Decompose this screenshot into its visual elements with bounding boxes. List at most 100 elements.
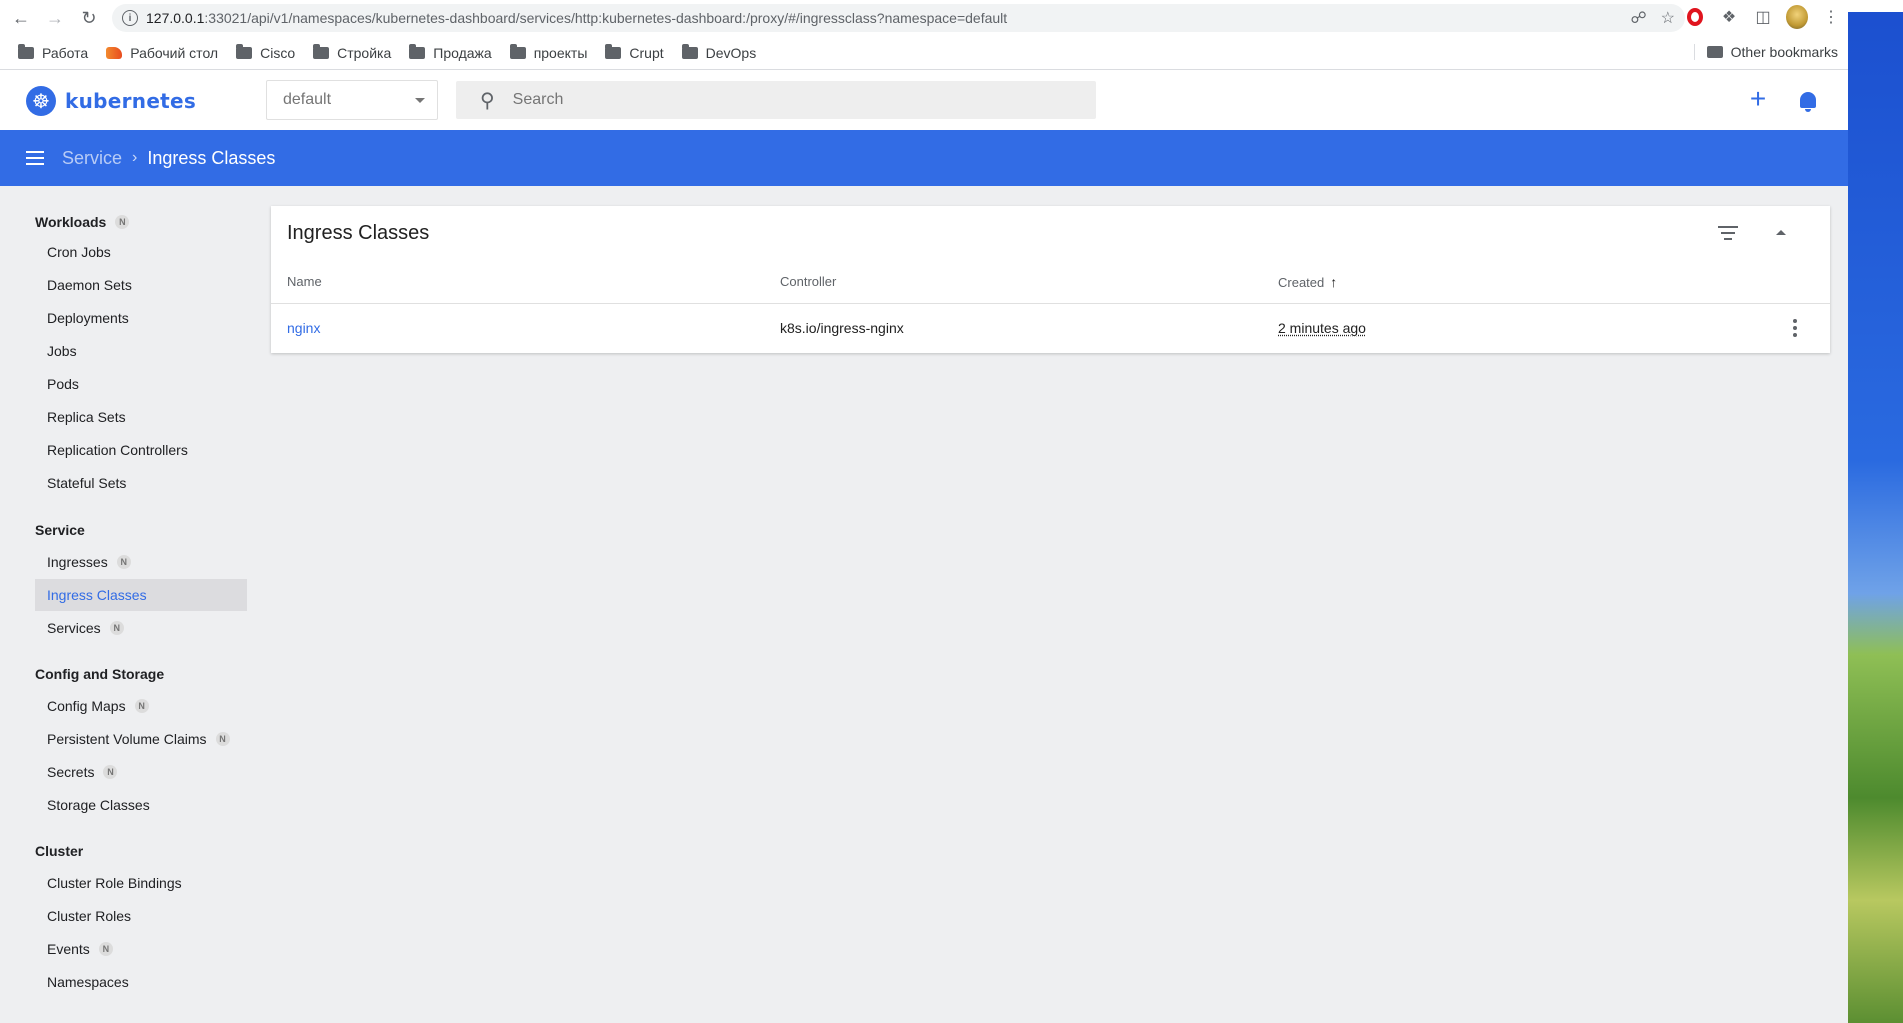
- opera-extension-icon[interactable]: [1684, 6, 1706, 28]
- sidebar-item-namespaces[interactable]: Namespaces: [35, 966, 247, 998]
- desktop-edge: [1848, 0, 1903, 12]
- url-host: 127.0.0.1: [146, 10, 205, 26]
- back-icon[interactable]: ←: [8, 5, 34, 31]
- sidebar-item-secrets[interactable]: Secrets N: [35, 756, 247, 788]
- sidebar-item-config-maps[interactable]: Config Maps N: [35, 690, 247, 722]
- breadcrumb-parent[interactable]: Service: [62, 148, 122, 169]
- profile-avatar[interactable]: [1786, 5, 1808, 29]
- create-resource-button[interactable]: +: [1742, 84, 1774, 116]
- url-path: :33021/api/v1/namespaces/kubernetes-dash…: [204, 10, 1008, 26]
- ingress-class-name-link[interactable]: nginx: [287, 320, 320, 336]
- chevron-right-icon: ›: [132, 149, 138, 166]
- browser-menu-icon[interactable]: ⋮: [1820, 6, 1842, 28]
- bookmark-star-icon[interactable]: ☆: [1661, 8, 1675, 28]
- sidebar-item-stateful-sets[interactable]: Stateful Sets: [35, 467, 247, 499]
- sidebar-item-label: Cron Jobs: [47, 244, 111, 260]
- group-label: Workloads: [35, 214, 107, 230]
- card-title: Ingress Classes: [287, 222, 430, 244]
- sidebar-item-label: Jobs: [47, 343, 77, 359]
- sidebar-item-replication-controllers[interactable]: Replication Controllers: [35, 434, 247, 466]
- sidebar-item-jobs[interactable]: Jobs: [35, 335, 247, 367]
- column-header-name[interactable]: Name: [287, 274, 322, 289]
- sidebar-item-label: Replica Sets: [47, 409, 126, 425]
- address-bar[interactable]: i 127.0.0.1:33021/api/v1/namespaces/kube…: [112, 4, 1685, 32]
- bookmark-label: DevOps: [705, 44, 757, 61]
- sidebar-item-ingress-classes[interactable]: Ingress Classes: [35, 579, 247, 611]
- column-label: Controller: [780, 274, 837, 289]
- bookmark-folder[interactable]: Продажа: [409, 43, 492, 61]
- extensions-puzzle-icon[interactable]: ❖: [1718, 6, 1740, 28]
- side-panel-icon[interactable]: ◫: [1752, 6, 1774, 28]
- bookmark-folder[interactable]: Стройка: [313, 43, 391, 61]
- folder-icon: [313, 43, 330, 59]
- sidebar-item-label: Persistent Volume Claims: [47, 731, 207, 747]
- ingress-classes-card: Ingress Classes Name Controller Created ↑…: [271, 206, 1830, 353]
- namespaced-badge: N: [109, 621, 124, 635]
- bookmark-folder[interactable]: Crupt: [605, 43, 664, 61]
- forward-icon[interactable]: →: [42, 5, 68, 31]
- sidebar-item-label: Storage Classes: [47, 797, 150, 813]
- sidebar-item-ingresses[interactable]: Ingresses N: [35, 546, 247, 578]
- collapse-icon[interactable]: [1776, 230, 1786, 235]
- sidebar-item-persistent-volume-claims[interactable]: Persistent Volume Claims N: [35, 723, 247, 755]
- browser-window: ← → ↻ i 127.0.0.1:33021/api/v1/namespace…: [0, 0, 1848, 1023]
- bookmark-label: Работа: [42, 44, 89, 61]
- bookmark-label: Продажа: [433, 44, 492, 61]
- bell-icon: [1800, 92, 1816, 112]
- bookmark-folder[interactable]: проекты: [509, 43, 588, 61]
- sidebar-group-cluster[interactable]: Cluster: [35, 843, 83, 859]
- gitlab-icon: [106, 46, 123, 59]
- sidebar-item-label: Services: [47, 620, 101, 636]
- sidebar-group-workloads[interactable]: Workloads N: [35, 214, 130, 230]
- bookmark-folder[interactable]: Cisco: [236, 43, 296, 61]
- namespaced-badge: N: [115, 215, 130, 229]
- filter-icon[interactable]: [1718, 226, 1738, 240]
- folder-icon: [605, 43, 622, 59]
- column-header-controller[interactable]: Controller: [780, 274, 836, 289]
- site-info-icon[interactable]: i: [122, 10, 138, 26]
- sidebar-group-config-storage[interactable]: Config and Storage: [35, 666, 164, 682]
- bookmark-folder[interactable]: Работа: [18, 43, 89, 61]
- desktop-wallpaper: [1848, 0, 1903, 1023]
- kubernetes-logo[interactable]: ☸ kubernetes: [26, 86, 196, 116]
- bookmark-folder[interactable]: DevOps: [681, 43, 757, 61]
- sidebar-item-replica-sets[interactable]: Replica Sets: [35, 401, 247, 433]
- folder-icon: [1706, 46, 1723, 58]
- sidebar-item-events[interactable]: Events N: [35, 933, 247, 965]
- other-bookmarks[interactable]: Other bookmarks: [1693, 44, 1838, 60]
- sidebar: Workloads N Cron Jobs Daemon Sets Deploym…: [0, 186, 256, 1023]
- bookmark-label: проекты: [533, 44, 588, 61]
- namespace-selector[interactable]: default: [266, 80, 438, 120]
- search-icon: ⚲: [480, 89, 495, 112]
- row-actions-menu-icon[interactable]: [1793, 319, 1797, 337]
- sidebar-item-cluster-role-bindings[interactable]: Cluster Role Bindings: [35, 867, 247, 899]
- other-bookmarks-label: Other bookmarks: [1730, 44, 1838, 60]
- sidebar-item-pods[interactable]: Pods: [35, 368, 247, 400]
- folder-icon: [409, 43, 426, 59]
- sidebar-item-deployments[interactable]: Deployments: [35, 302, 247, 334]
- column-header-created[interactable]: Created ↑: [1278, 274, 1337, 290]
- brand-name: kubernetes: [65, 89, 197, 113]
- sidebar-item-storage-classes[interactable]: Storage Classes: [35, 789, 247, 821]
- share-icon[interactable]: ☍: [1630, 8, 1646, 28]
- controller-value: k8s.io/ingress-nginx: [780, 320, 904, 336]
- bookmark-link[interactable]: Рабочий стол: [106, 45, 218, 61]
- sidebar-item-daemon-sets[interactable]: Daemon Sets: [35, 269, 247, 301]
- column-label: Name: [287, 274, 322, 289]
- menu-icon[interactable]: [26, 151, 44, 165]
- sidebar-group-service[interactable]: Service: [35, 522, 85, 538]
- namespaced-badge: N: [103, 765, 118, 779]
- namespaced-badge: N: [98, 942, 113, 956]
- sidebar-item-cron-jobs[interactable]: Cron Jobs: [35, 236, 247, 268]
- sidebar-item-label: Stateful Sets: [47, 475, 127, 491]
- search-input[interactable]: [512, 91, 1073, 109]
- sort-ascending-icon: ↑: [1330, 274, 1338, 290]
- dropdown-arrow-icon: [415, 98, 425, 103]
- sidebar-item-label: Pods: [47, 376, 79, 392]
- bookmark-label: Cisco: [260, 44, 296, 61]
- group-label: Cluster: [35, 843, 84, 859]
- sidebar-item-cluster-roles[interactable]: Cluster Roles: [35, 900, 247, 932]
- notifications-button[interactable]: [1794, 86, 1822, 114]
- reload-icon[interactable]: ↻: [76, 5, 102, 31]
- sidebar-item-services[interactable]: Services N: [35, 612, 247, 644]
